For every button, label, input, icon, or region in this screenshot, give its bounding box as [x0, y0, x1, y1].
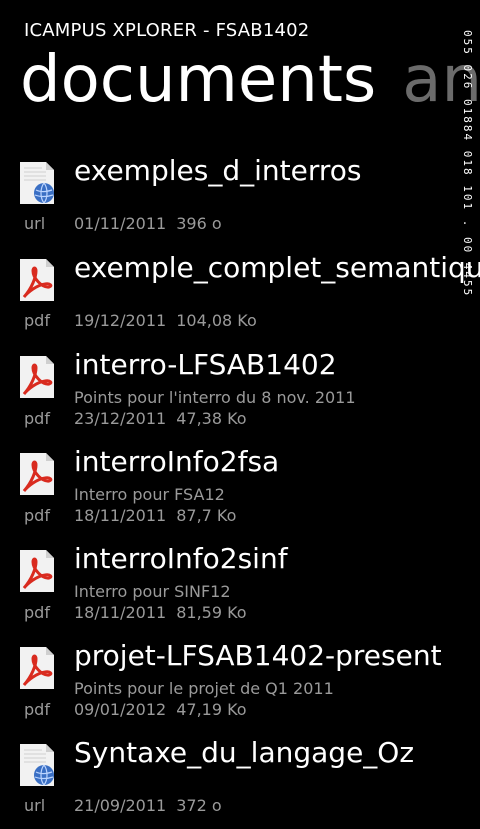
document-meta: 18/11/2011 87,7 Ko — [74, 506, 246, 525]
document-meta: 01/11/2011 396 o — [74, 214, 232, 233]
list-item[interactable]: exemples_d_interros url 01/11/2011 396 o — [0, 150, 480, 247]
document-date: 19/12/2011 — [74, 311, 167, 330]
document-name: projet-LFSAB1402-present — [74, 639, 442, 672]
document-meta: 19/12/2011 104,08 Ko — [74, 311, 267, 330]
document-date: 01/11/2011 — [74, 214, 167, 233]
list-item[interactable]: interroInfo2sinf Interro pour SINF12 pdf… — [0, 538, 480, 635]
document-size: 47,38 Ko — [176, 409, 247, 428]
document-size: 81,59 Ko — [176, 603, 247, 622]
pivot-tab-documents[interactable]: documents — [20, 43, 376, 117]
web-document-icon — [20, 744, 54, 786]
document-date: 21/09/2011 — [74, 796, 167, 815]
document-size: 396 o — [176, 214, 222, 233]
list-item[interactable]: Syntaxe_du_langage_Oz url 21/09/2011 372 … — [0, 732, 480, 829]
document-meta: 21/09/2011 372 o — [74, 796, 232, 815]
list-item[interactable]: interroInfo2fsa Interro pour FSA12 pdf 1… — [0, 441, 480, 538]
document-type: url — [24, 796, 46, 815]
pdf-document-icon — [20, 259, 54, 301]
list-item[interactable]: interro-LFSAB1402 Points pour l'interro … — [0, 344, 480, 441]
document-name: interro-LFSAB1402 — [74, 348, 337, 381]
list-item[interactable]: exemple_complet_semantique pdf 19/12/201… — [0, 247, 480, 344]
document-meta: 09/01/2012 47,19 Ko — [74, 700, 257, 719]
app-title: ICAMPUS XPLORER - FSAB1402 — [24, 20, 310, 41]
document-size: 372 o — [176, 796, 222, 815]
document-date: 23/12/2011 — [74, 409, 167, 428]
document-type: pdf — [24, 409, 50, 428]
document-name: interroInfo2fsa — [74, 445, 280, 478]
document-description: Interro pour FSA12 — [74, 485, 225, 504]
document-type: pdf — [24, 311, 50, 330]
document-type: pdf — [24, 506, 50, 525]
document-size: 87,7 Ko — [176, 506, 237, 525]
document-name: interroInfo2sinf — [74, 542, 288, 575]
document-type: pdf — [24, 700, 50, 719]
document-list: exemples_d_interros url 01/11/2011 396 o … — [0, 150, 480, 829]
document-description: Points pour l'interro du 8 nov. 2011 — [74, 388, 356, 407]
document-name: Syntaxe_du_langage_Oz — [74, 736, 415, 769]
pdf-document-icon — [20, 453, 54, 495]
pivot-header: documents an — [20, 48, 480, 112]
document-meta: 23/12/2011 47,38 Ko — [74, 409, 257, 428]
document-date: 18/11/2011 — [74, 603, 167, 622]
document-size: 104,08 Ko — [176, 311, 257, 330]
document-description: Points pour le projet de Q1 2011 — [74, 679, 334, 698]
document-name: exemple_complet_semantique — [74, 251, 480, 284]
web-document-icon — [20, 162, 54, 204]
pdf-document-icon — [20, 356, 54, 398]
document-type: url — [24, 214, 46, 233]
document-date: 18/11/2011 — [74, 506, 167, 525]
list-item[interactable]: projet-LFSAB1402-present Points pour le … — [0, 635, 480, 732]
pdf-document-icon — [20, 550, 54, 592]
document-date: 09/01/2012 — [74, 700, 167, 719]
document-description: Interro pour SINF12 — [74, 582, 231, 601]
document-name: exemples_d_interros — [74, 154, 362, 187]
document-size: 47,19 Ko — [176, 700, 247, 719]
document-meta: 18/11/2011 81,59 Ko — [74, 603, 257, 622]
document-type: pdf — [24, 603, 50, 622]
pdf-document-icon — [20, 647, 54, 689]
